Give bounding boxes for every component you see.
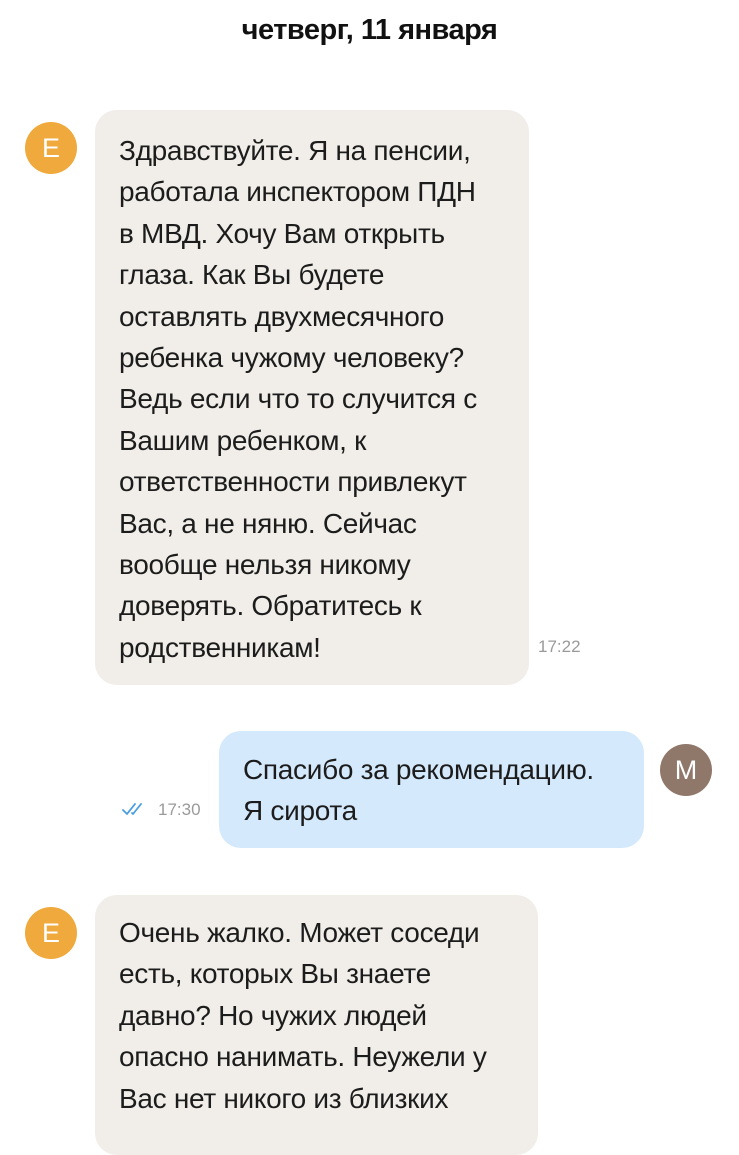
message-time: 17:30: [158, 800, 201, 819]
message-bubble[interactable]: Очень жалко. Может соседи есть, которых …: [95, 895, 538, 1155]
message-bubble[interactable]: Здравствуйте. Я на пенсии, работала инсп…: [95, 110, 529, 685]
message-time: 17:22: [538, 637, 581, 656]
message-text: Спасибо за рекомендацию. Я сирота: [243, 754, 594, 827]
message-bubble[interactable]: Спасибо за рекомендацию. Я сирота: [219, 731, 644, 848]
avatar[interactable]: Е: [25, 907, 77, 959]
avatar-initial: М: [674, 754, 698, 785]
message-text: Здравствуйте. Я на пенсии, работала инсп…: [119, 135, 477, 663]
date-header: четверг, 11 января: [241, 14, 498, 46]
double-check-icon: [122, 803, 142, 815]
avatar[interactable]: М: [660, 744, 712, 796]
avatar-initial: Е: [41, 917, 60, 948]
avatar-initial: Е: [41, 132, 60, 163]
avatar[interactable]: Е: [25, 122, 77, 174]
